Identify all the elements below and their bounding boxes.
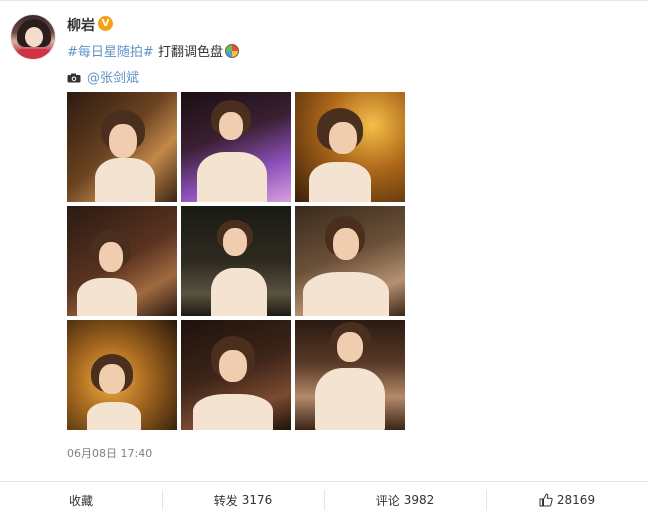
- post-body-text: 打翻调色盘: [157, 45, 223, 60]
- photo-9[interactable]: [295, 320, 405, 430]
- palette-emoji-icon: [224, 44, 239, 58]
- photo-figure-face: [99, 242, 123, 272]
- photo-figure-face: [99, 364, 125, 394]
- photo-figure-face: [337, 332, 363, 362]
- like-count: 28169: [556, 493, 596, 507]
- verified-badge-icon[interactable]: V: [98, 16, 113, 31]
- photo-figure-body: [211, 268, 267, 316]
- like-button[interactable]: 28169: [486, 482, 648, 517]
- photo-figure-face: [329, 122, 357, 154]
- hashtag-link[interactable]: #每日星随拍#: [67, 45, 154, 60]
- favorite-button[interactable]: 收藏: [0, 482, 162, 517]
- photo-2[interactable]: [181, 92, 291, 202]
- photo-figure-body: [77, 278, 137, 316]
- photo-credit: @张剑斌: [67, 67, 139, 86]
- photo-figure-face: [109, 124, 137, 158]
- photo-grid: [67, 92, 405, 430]
- photo-4[interactable]: [67, 206, 177, 316]
- photo-3[interactable]: [295, 92, 405, 202]
- comment-button[interactable]: 评论 3982: [324, 482, 486, 517]
- photo-figure-body: [309, 162, 371, 202]
- repost-label: 转发: [213, 493, 238, 508]
- photo-8[interactable]: [181, 320, 291, 430]
- avatar[interactable]: [10, 14, 56, 60]
- favorite-label: 收藏: [68, 493, 93, 508]
- photo-figure-body: [303, 272, 389, 316]
- comment-count: 3982: [403, 493, 435, 507]
- photo-6[interactable]: [295, 206, 405, 316]
- post-text: #每日星随拍# 打翻调色盘: [67, 41, 239, 60]
- photo-figure-body: [87, 402, 141, 430]
- username[interactable]: 柳岩: [67, 15, 95, 35]
- photo-figure-face: [219, 112, 243, 140]
- photo-figure-face: [219, 350, 247, 382]
- avatar-face: [25, 27, 43, 47]
- photo-figure-body: [95, 158, 155, 202]
- photo-5[interactable]: [181, 206, 291, 316]
- photo-figure-face: [333, 228, 359, 260]
- photo-figure-body: [193, 394, 273, 430]
- photo-1[interactable]: [67, 92, 177, 202]
- photo-7[interactable]: [67, 320, 177, 430]
- photo-figure-face: [223, 228, 247, 256]
- camera-icon: [67, 73, 81, 83]
- thumbs-up-icon: [539, 493, 553, 507]
- action-bar: 收藏 转发 3176 评论 3982 28169: [0, 481, 648, 517]
- post-timestamp[interactable]: 06月08日 17:40: [67, 445, 152, 461]
- comment-label: 评论: [375, 493, 400, 508]
- repost-button[interactable]: 转发 3176: [162, 482, 324, 517]
- photo-figure-body: [315, 368, 385, 430]
- credit-mention-link[interactable]: @张剑斌: [87, 71, 139, 86]
- weibo-post-card: 柳岩 V #每日星随拍# 打翻调色盘 @张剑斌 06月08日 17:40 收藏 …: [0, 0, 648, 517]
- repost-count: 3176: [241, 493, 273, 507]
- photo-figure-body: [197, 152, 267, 202]
- avatar-dress: [15, 49, 53, 59]
